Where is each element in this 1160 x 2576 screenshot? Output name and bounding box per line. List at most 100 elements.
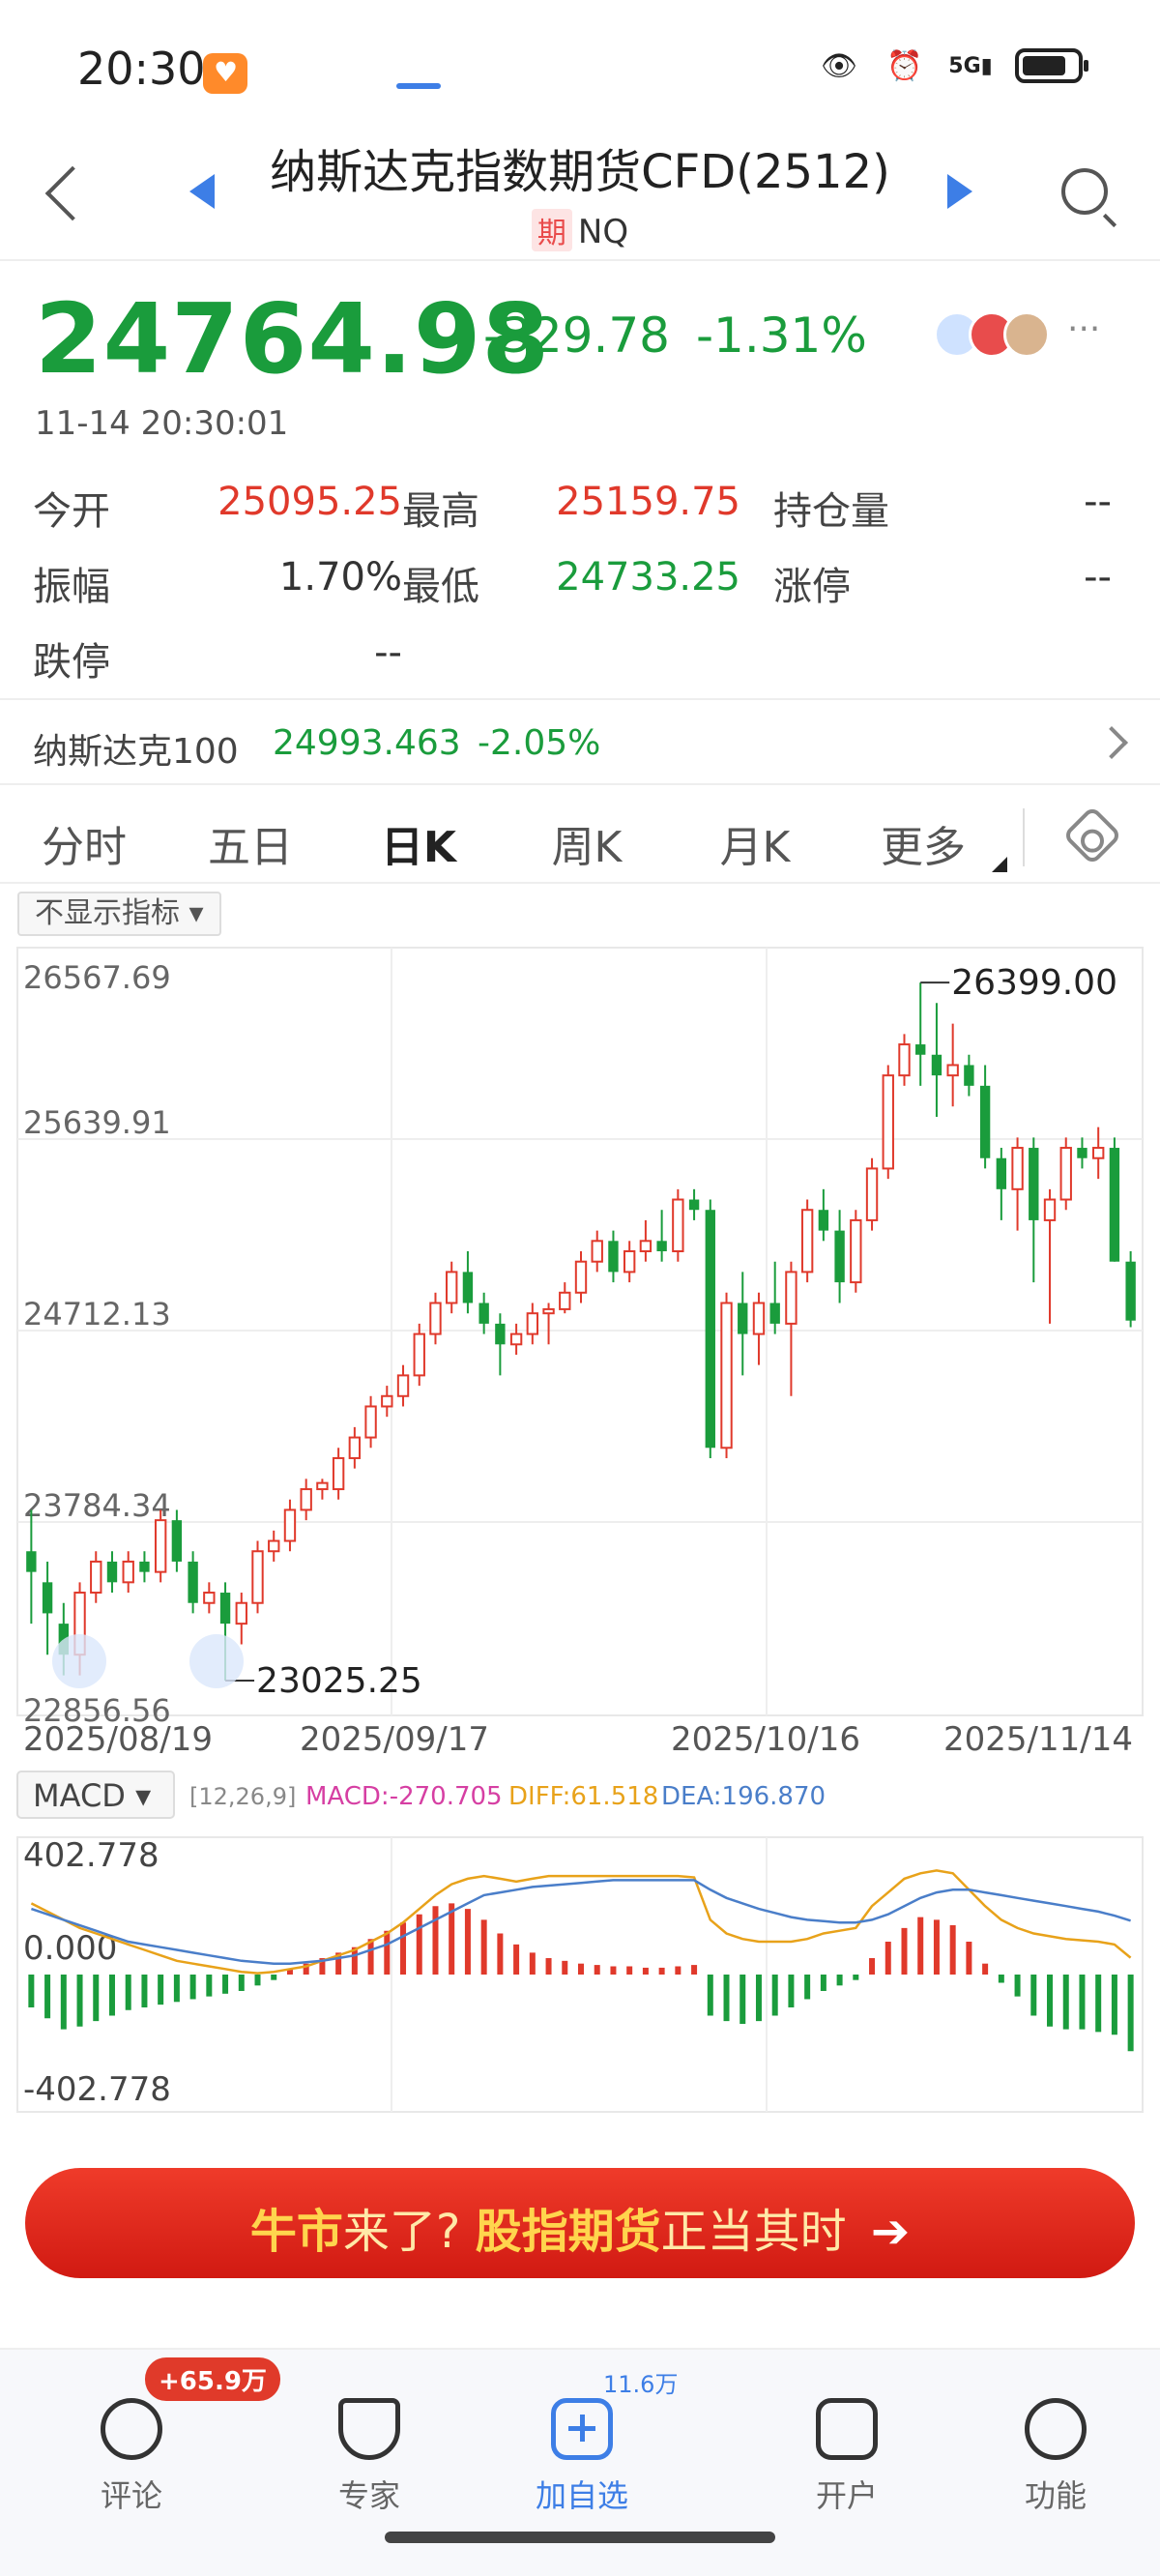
- candle: [834, 1230, 845, 1283]
- kline-x-tick: 2025/10/16: [671, 1720, 860, 1759]
- nav-label: 评论: [100, 2477, 162, 2514]
- candle: [705, 1210, 715, 1449]
- fullscreen-icon: [189, 1634, 244, 1688]
- candle: [90, 1560, 102, 1595]
- home-indicator: [385, 2532, 775, 2543]
- candle: [122, 1560, 134, 1584]
- dea-line: [31, 1879, 1131, 1965]
- kline-y-tick: 23784.34: [23, 1487, 171, 1524]
- open-account-icon: [816, 2398, 878, 2460]
- kline-chart[interactable]: 26567.6925639.9124712.1323784.3422856.56…: [0, 0, 1160, 2127]
- expert-icon: [338, 2398, 400, 2460]
- candle: [1109, 1148, 1120, 1262]
- kline-y-tick: 26567.69: [23, 959, 171, 996]
- candle: [154, 1519, 167, 1573]
- candle: [542, 1307, 555, 1315]
- candle: [268, 1539, 280, 1553]
- high-annotation: 26399.00: [951, 963, 1117, 1003]
- candle: [446, 1271, 458, 1304]
- candle: [672, 1198, 684, 1253]
- nav-label: 专家: [337, 2477, 400, 2514]
- menu-icon: [1025, 2398, 1087, 2460]
- candle: [332, 1456, 345, 1491]
- candle: [639, 1240, 652, 1253]
- candle: [429, 1302, 442, 1335]
- nav-expert[interactable]: 专家: [292, 2379, 447, 2516]
- banner-part4: 正当其时: [660, 2205, 847, 2259]
- candle: [203, 1592, 216, 1604]
- candle: [171, 1520, 183, 1562]
- candle: [800, 1209, 814, 1273]
- candle: [300, 1488, 312, 1511]
- nav-open-account[interactable]: 开户: [769, 2379, 924, 2516]
- candle: [396, 1374, 410, 1397]
- candle: [882, 1074, 894, 1170]
- kline-x-tick: 2025/09/17: [300, 1720, 489, 1759]
- diff-value: DIFF:61.518: [508, 1782, 658, 1811]
- diff-line: [30, 1869, 1132, 1975]
- candle: [656, 1241, 667, 1252]
- candle: [495, 1323, 506, 1345]
- kline-x-tick: 2025/08/19: [23, 1720, 213, 1759]
- candle: [738, 1303, 748, 1334]
- low-annotation: 23025.25: [256, 1661, 422, 1701]
- candle: [818, 1210, 829, 1231]
- candle: [235, 1601, 247, 1625]
- candle: [752, 1302, 766, 1335]
- macd-value: MACD:-270.705: [305, 1782, 503, 1811]
- candle: [26, 1551, 37, 1572]
- candle: [1029, 1148, 1039, 1220]
- candle: [591, 1240, 603, 1263]
- candle: [462, 1272, 474, 1303]
- macd-y-tick: 402.778: [23, 1836, 160, 1875]
- candle: [688, 1199, 700, 1211]
- candle: [364, 1405, 377, 1439]
- candle: [946, 1064, 959, 1077]
- candle: [1059, 1147, 1072, 1201]
- candle: [559, 1291, 571, 1310]
- candle: [251, 1550, 264, 1604]
- nav-label: 功能: [1024, 2477, 1087, 2514]
- candle: [769, 1303, 780, 1324]
- nav-functions[interactable]: 功能: [978, 2379, 1133, 2516]
- candle: [898, 1043, 911, 1077]
- candle: [996, 1157, 1007, 1189]
- expand-left-icon: [52, 1634, 106, 1688]
- kline-y-tick: 24712.13: [23, 1296, 171, 1332]
- watchlist-count: 11.6万: [603, 2371, 679, 2398]
- candle: [219, 1593, 231, 1625]
- candle: [574, 1260, 588, 1294]
- comment-count-badge: +65.9万: [145, 2357, 280, 2401]
- candle: [1125, 1261, 1136, 1321]
- banner-text: 牛市来了? 股指期货正当其时 ➔: [25, 2193, 1135, 2261]
- kline-y-tick: 25639.91: [23, 1104, 171, 1141]
- candle: [964, 1065, 974, 1086]
- add-watchlist-icon: [551, 2398, 613, 2460]
- nav-label: 加自选: [535, 2477, 628, 2514]
- macd-y-tick: -402.778: [23, 2070, 171, 2109]
- candle: [42, 1582, 53, 1614]
- candle: [106, 1561, 118, 1583]
- candle: [865, 1167, 879, 1221]
- nav-label: 开户: [815, 2477, 878, 2514]
- promo-banner[interactable]: 牛市来了? 股指期货正当其时 ➔: [25, 2168, 1135, 2278]
- candle: [608, 1241, 619, 1273]
- banner-part3: 股指期货: [475, 2205, 661, 2259]
- banner-part1: 牛市: [249, 2205, 343, 2259]
- macd-params: [12,26,9]: [189, 1783, 296, 1810]
- comment-icon: [101, 2398, 162, 2460]
- candle: [623, 1250, 636, 1273]
- candle: [1043, 1198, 1057, 1221]
- dea-value: DEA:196.870: [661, 1782, 826, 1811]
- candle: [931, 1054, 942, 1076]
- candle: [509, 1332, 523, 1346]
- kline-x-tick: 2025/11/14: [943, 1720, 1133, 1759]
- candle: [348, 1436, 362, 1459]
- candle: [915, 1044, 926, 1055]
- candle: [316, 1481, 329, 1491]
- candle: [979, 1085, 991, 1158]
- candle: [139, 1561, 150, 1572]
- candle: [1092, 1147, 1105, 1159]
- candle: [188, 1561, 198, 1603]
- nav-add-watchlist[interactable]: 加自选: [505, 2379, 659, 2516]
